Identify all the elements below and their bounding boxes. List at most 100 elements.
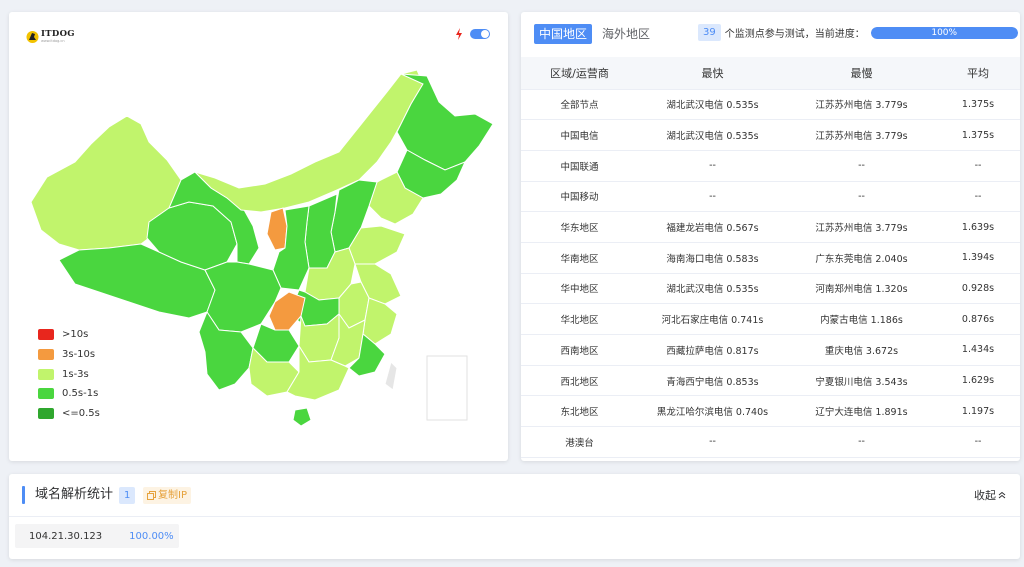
table-row: 西南地区 西藏拉萨电信 0.817s 重庆电信 3.672s 1.434s: [521, 334, 1020, 366]
cell-slowest: 河南郑州电信 1.320s: [787, 273, 936, 305]
cell-region: 华北地区: [521, 303, 638, 335]
node-count-badge: 39: [698, 24, 721, 41]
logo-url: www.itdog.cn: [41, 39, 65, 43]
legend-swatch: [38, 368, 54, 380]
progress-label: 100%: [931, 27, 958, 38]
legend-swatch: [38, 408, 54, 420]
header-region: 区域/运营商: [521, 57, 638, 90]
toggle-knob: [481, 30, 489, 38]
cell-region: 西南地区: [521, 334, 638, 366]
cell-slowest: 江苏苏州电信 3.779s: [787, 89, 936, 121]
table-row: 华南地区 海南海口电信 0.583s 广东东莞电信 2.040s 1.394s: [521, 242, 1020, 274]
header-slowest: 最慢: [787, 57, 936, 90]
dns-title: 域名解析统计: [35, 487, 114, 502]
table-row: 全部节点 湖北武汉电信 0.535s 江苏苏州电信 3.779s 1.375s: [521, 89, 1020, 121]
south-china-sea-inset: [426, 355, 468, 421]
collapse-label: 收起: [974, 489, 996, 502]
copy-ip-button[interactable]: 复制IP: [143, 487, 191, 504]
section-accent-bar: [22, 486, 25, 504]
cell-fastest: 福建龙岩电信 0.567s: [638, 211, 787, 243]
cell-region: 东北地区: [521, 395, 638, 428]
cell-fastest: --: [638, 150, 787, 182]
cell-slowest: 辽宁大连电信 1.891s: [787, 395, 936, 428]
cell-average: 1.394s: [936, 242, 1020, 274]
collapse-button[interactable]: 收起: [974, 487, 1006, 503]
legend-item: 1s-3s: [38, 364, 100, 384]
table-row: 中国移动 -- -- --: [521, 181, 1020, 213]
table-row: 中国联通 -- -- --: [521, 150, 1020, 182]
cell-fastest: 海南海口电信 0.583s: [638, 242, 787, 274]
cell-fastest: 黑龙江哈尔滨电信 0.740s: [638, 395, 787, 428]
cell-region: 华中地区: [521, 273, 638, 305]
cell-slowest: --: [787, 181, 936, 213]
cell-region: 港澳台: [521, 426, 638, 458]
progress-bar: 100%: [870, 26, 1018, 39]
cell-average: --: [936, 426, 1020, 458]
cell-slowest: 宁夏银川电信 3.543s: [787, 365, 936, 397]
cell-fastest: --: [638, 426, 787, 458]
results-panel: 中国地区 海外地区 39 个监测点参与测试，当前进度： 100% 区域/运营商 …: [521, 12, 1020, 461]
cell-region: 中国联通: [521, 150, 638, 182]
cell-average: 0.928s: [936, 273, 1020, 305]
cell-slowest: 广东东莞电信 2.040s: [787, 242, 936, 274]
cell-fastest: 湖北武汉电信 0.535s: [638, 119, 787, 151]
tab-china[interactable]: 中国地区: [534, 24, 593, 44]
cell-region: 华南地区: [521, 242, 638, 274]
cell-slowest: 江苏苏州电信 3.779s: [787, 211, 936, 243]
table-row: 中国电信 湖北武汉电信 0.535s 江苏苏州电信 3.779s 1.375s: [521, 119, 1020, 151]
region-taiwan: [384, 361, 398, 391]
legend-label: <=0.5s: [62, 408, 100, 420]
legend-label: >10s: [62, 329, 89, 341]
dns-count-badge: 1: [119, 487, 136, 504]
region-tabs: 中国地区 海外地区: [534, 24, 655, 44]
legend-item: 3s-10s: [38, 345, 100, 365]
realtime-toggle[interactable]: [470, 29, 490, 39]
region-hainan: [292, 407, 312, 427]
test-progress: 39 个监测点参与测试，当前进度： 100%: [698, 24, 1018, 41]
cell-average: 1.375s: [936, 89, 1020, 121]
cell-fastest: 湖北武汉电信 0.535s: [638, 273, 787, 305]
cell-average: 1.434s: [936, 334, 1020, 366]
cell-fastest: 青海西宁电信 0.853s: [638, 365, 787, 397]
cell-fastest: 湖北武汉电信 0.535s: [638, 89, 787, 121]
copy-icon: [147, 491, 156, 500]
lightning-icon: [456, 28, 462, 40]
ip-address: 104.21.30.123: [29, 530, 103, 542]
map-legend: >10s 3s-10s 1s-3s 0.5s-1s <=0.5s: [38, 325, 100, 423]
table-row: 东北地区 黑龙江哈尔滨电信 0.740s 辽宁大连电信 1.891s 1.197s: [521, 395, 1020, 428]
cell-region: 西北地区: [521, 365, 638, 397]
cell-average: 1.629s: [936, 365, 1020, 397]
cell-average: 1.639s: [936, 211, 1020, 243]
table-row: 港澳台 -- -- --: [521, 426, 1020, 458]
logo-name: ITDOG: [41, 29, 75, 39]
table-header-row: 区域/运营商 最快 最慢 平均: [521, 57, 1020, 90]
tab-overseas[interactable]: 海外地区: [597, 24, 655, 44]
cell-fastest: --: [638, 181, 787, 213]
table-row: 西北地区 青海西宁电信 0.853s 宁夏银川电信 3.543s 1.629s: [521, 365, 1020, 397]
dns-stats-panel: 域名解析统计 1 复制IP 收起 104.21.30.123 100.00%: [9, 474, 1020, 559]
cell-region: 中国移动: [521, 181, 638, 213]
legend-swatch: [38, 349, 54, 361]
dog-logo-icon: [26, 31, 39, 43]
ip-percent: 100.00%: [129, 530, 174, 542]
cell-region: 中国电信: [521, 119, 638, 151]
legend-label: 0.5s-1s: [62, 388, 99, 400]
cell-slowest: 重庆电信 3.672s: [787, 334, 936, 366]
cell-average: --: [936, 181, 1020, 213]
region-ningxia: [266, 207, 288, 251]
cell-slowest: --: [787, 150, 936, 182]
header-average: 平均: [936, 57, 1020, 90]
table-row: 华中地区 湖北武汉电信 0.535s 河南郑州电信 1.320s 0.928s: [521, 273, 1020, 305]
progress-text: 个监测点参与测试，当前进度：: [724, 29, 865, 40]
table-row: 华北地区 河北石家庄电信 0.741s 内蒙古电信 1.186s 0.876s: [521, 303, 1020, 335]
table-row: 华东地区 福建龙岩电信 0.567s 江苏苏州电信 3.779s 1.639s: [521, 211, 1020, 243]
region-zhejiang: [362, 297, 398, 345]
cell-average: --: [936, 150, 1020, 182]
table-body: 全部节点 湖北武汉电信 0.535s 江苏苏州电信 3.779s 1.375s 中国电信…: [521, 89, 1020, 458]
latency-map-panel: ITDOG www.itdog.cn >10s 3s-10s 1s-3s 0.5…: [9, 12, 508, 461]
cell-slowest: --: [787, 426, 936, 458]
legend-label: 1s-3s: [62, 368, 89, 380]
cell-region: 全部节点: [521, 89, 638, 121]
cell-fastest: 西藏拉萨电信 0.817s: [638, 334, 787, 366]
legend-swatch: [38, 388, 54, 400]
